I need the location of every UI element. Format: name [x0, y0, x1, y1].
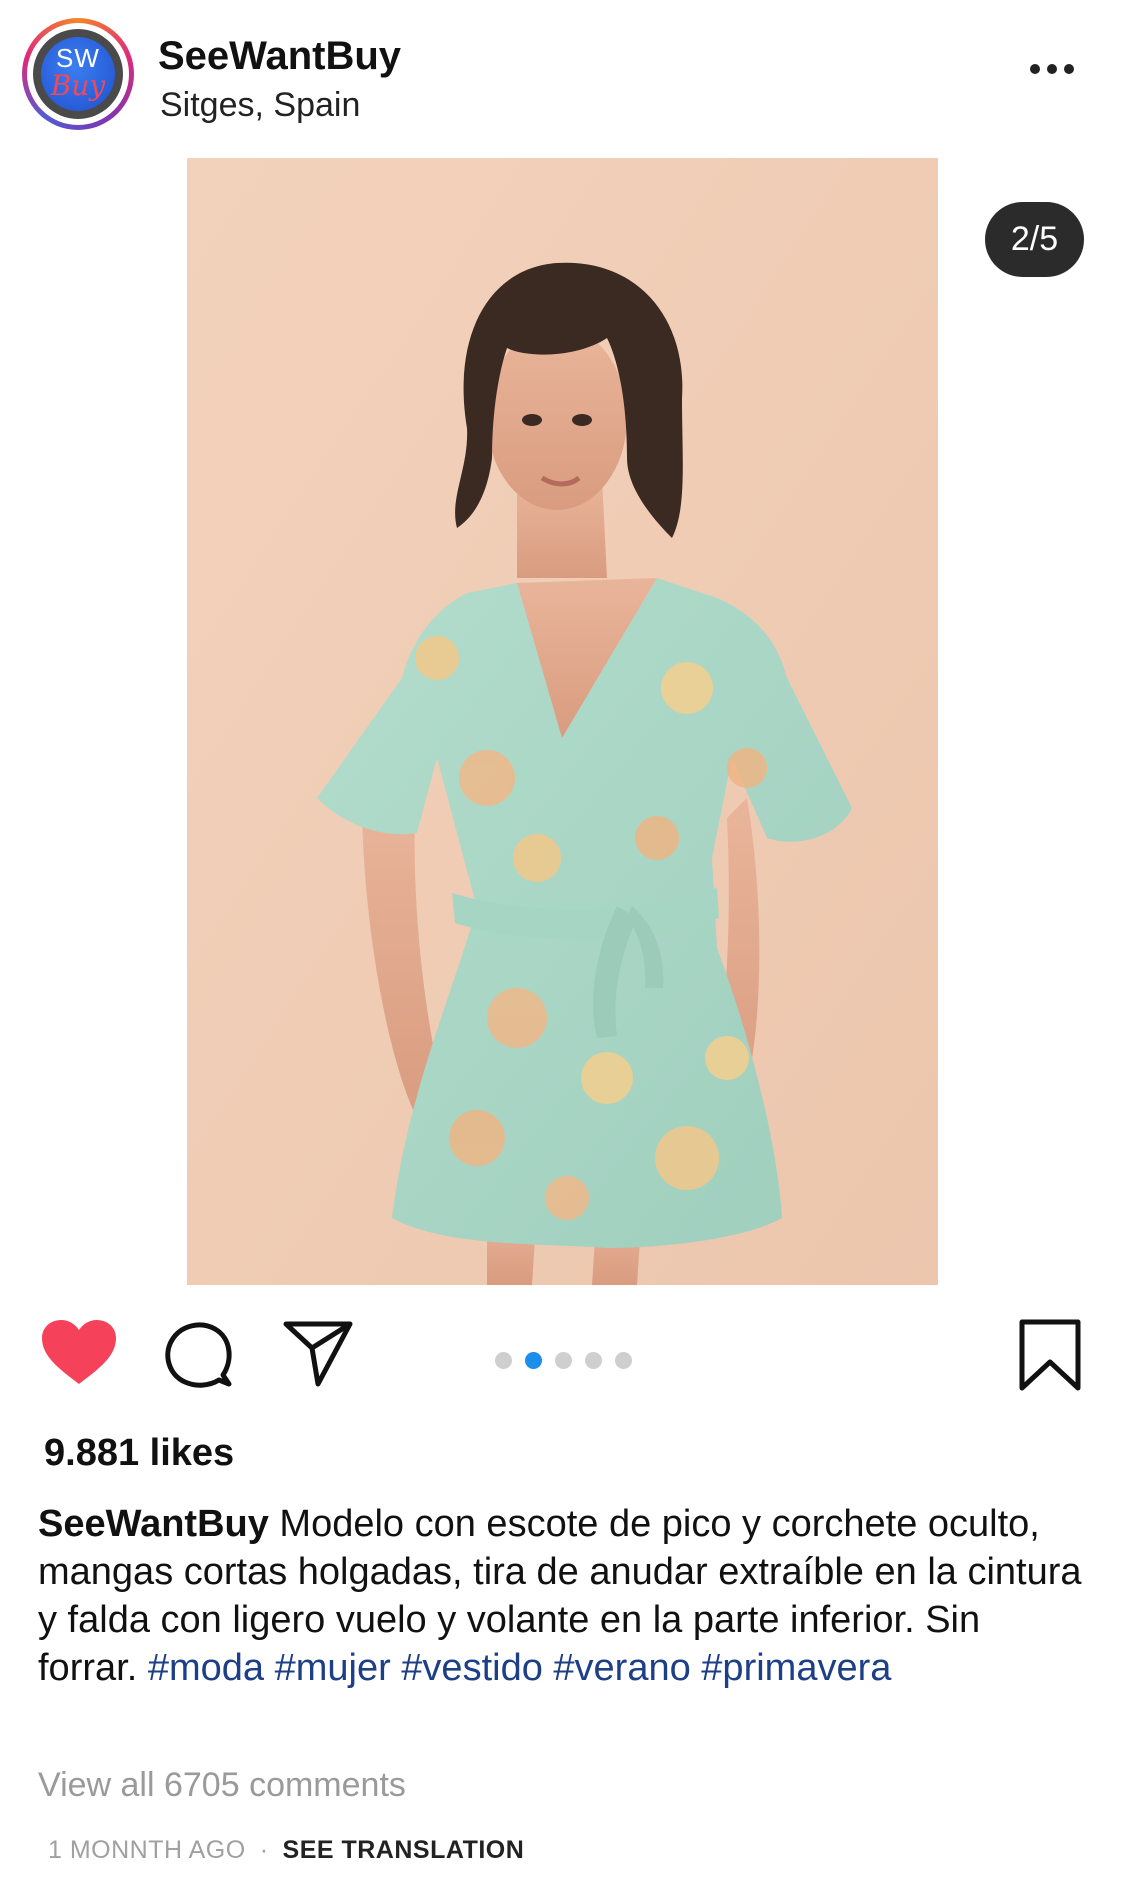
image-counter-badge: 2/5 — [985, 202, 1084, 277]
comment-icon[interactable] — [163, 1320, 235, 1392]
paper-plane-icon[interactable] — [282, 1318, 354, 1390]
carousel-dot — [495, 1352, 512, 1369]
post-timestamp: 1 MONNTH AGO — [48, 1836, 246, 1864]
heart-icon[interactable] — [40, 1318, 118, 1388]
hashtag[interactable]: #vestido — [401, 1647, 543, 1689]
dress-model-image — [187, 158, 938, 1285]
avatar-logo-sw: SW — [56, 43, 100, 73]
carousel-dot — [615, 1352, 632, 1369]
location[interactable]: Sitges, Spain — [160, 86, 360, 125]
carousel-dot — [585, 1352, 602, 1369]
hashtag[interactable]: #moda — [148, 1647, 264, 1689]
view-all-comments-link[interactable]: View all 6705 comments — [38, 1766, 406, 1805]
avatar-logo: SW Buy — [41, 37, 115, 111]
hashtag[interactable]: #verano — [553, 1647, 690, 1689]
avatar[interactable]: SW Buy — [22, 18, 134, 130]
carousel-dot — [555, 1352, 572, 1369]
see-translation-link[interactable]: SEE TRANSLATION — [283, 1836, 525, 1864]
username[interactable]: SeeWantBuy — [158, 34, 401, 79]
more-options-icon[interactable] — [1030, 62, 1076, 76]
meta-separator: · — [259, 1836, 269, 1864]
post-meta: 1 MONNTH AGO · SEE TRANSLATION — [48, 1836, 524, 1865]
hashtag[interactable]: #primavera — [701, 1647, 891, 1689]
avatar-logo-buy: Buy — [50, 69, 106, 102]
caption-username[interactable]: SeeWantBuy — [38, 1503, 269, 1545]
caption: SeeWantBuy Modelo con escote de pico y c… — [38, 1500, 1088, 1692]
carousel-dot-active — [525, 1352, 542, 1369]
likes-count[interactable]: 9.881 likes — [44, 1432, 234, 1475]
post-photo[interactable] — [187, 158, 938, 1285]
hashtag[interactable]: #mujer — [275, 1647, 391, 1689]
bookmark-icon[interactable] — [1018, 1318, 1082, 1392]
post-header: SW Buy SeeWantBuy Sitges, Spain — [0, 0, 1125, 150]
